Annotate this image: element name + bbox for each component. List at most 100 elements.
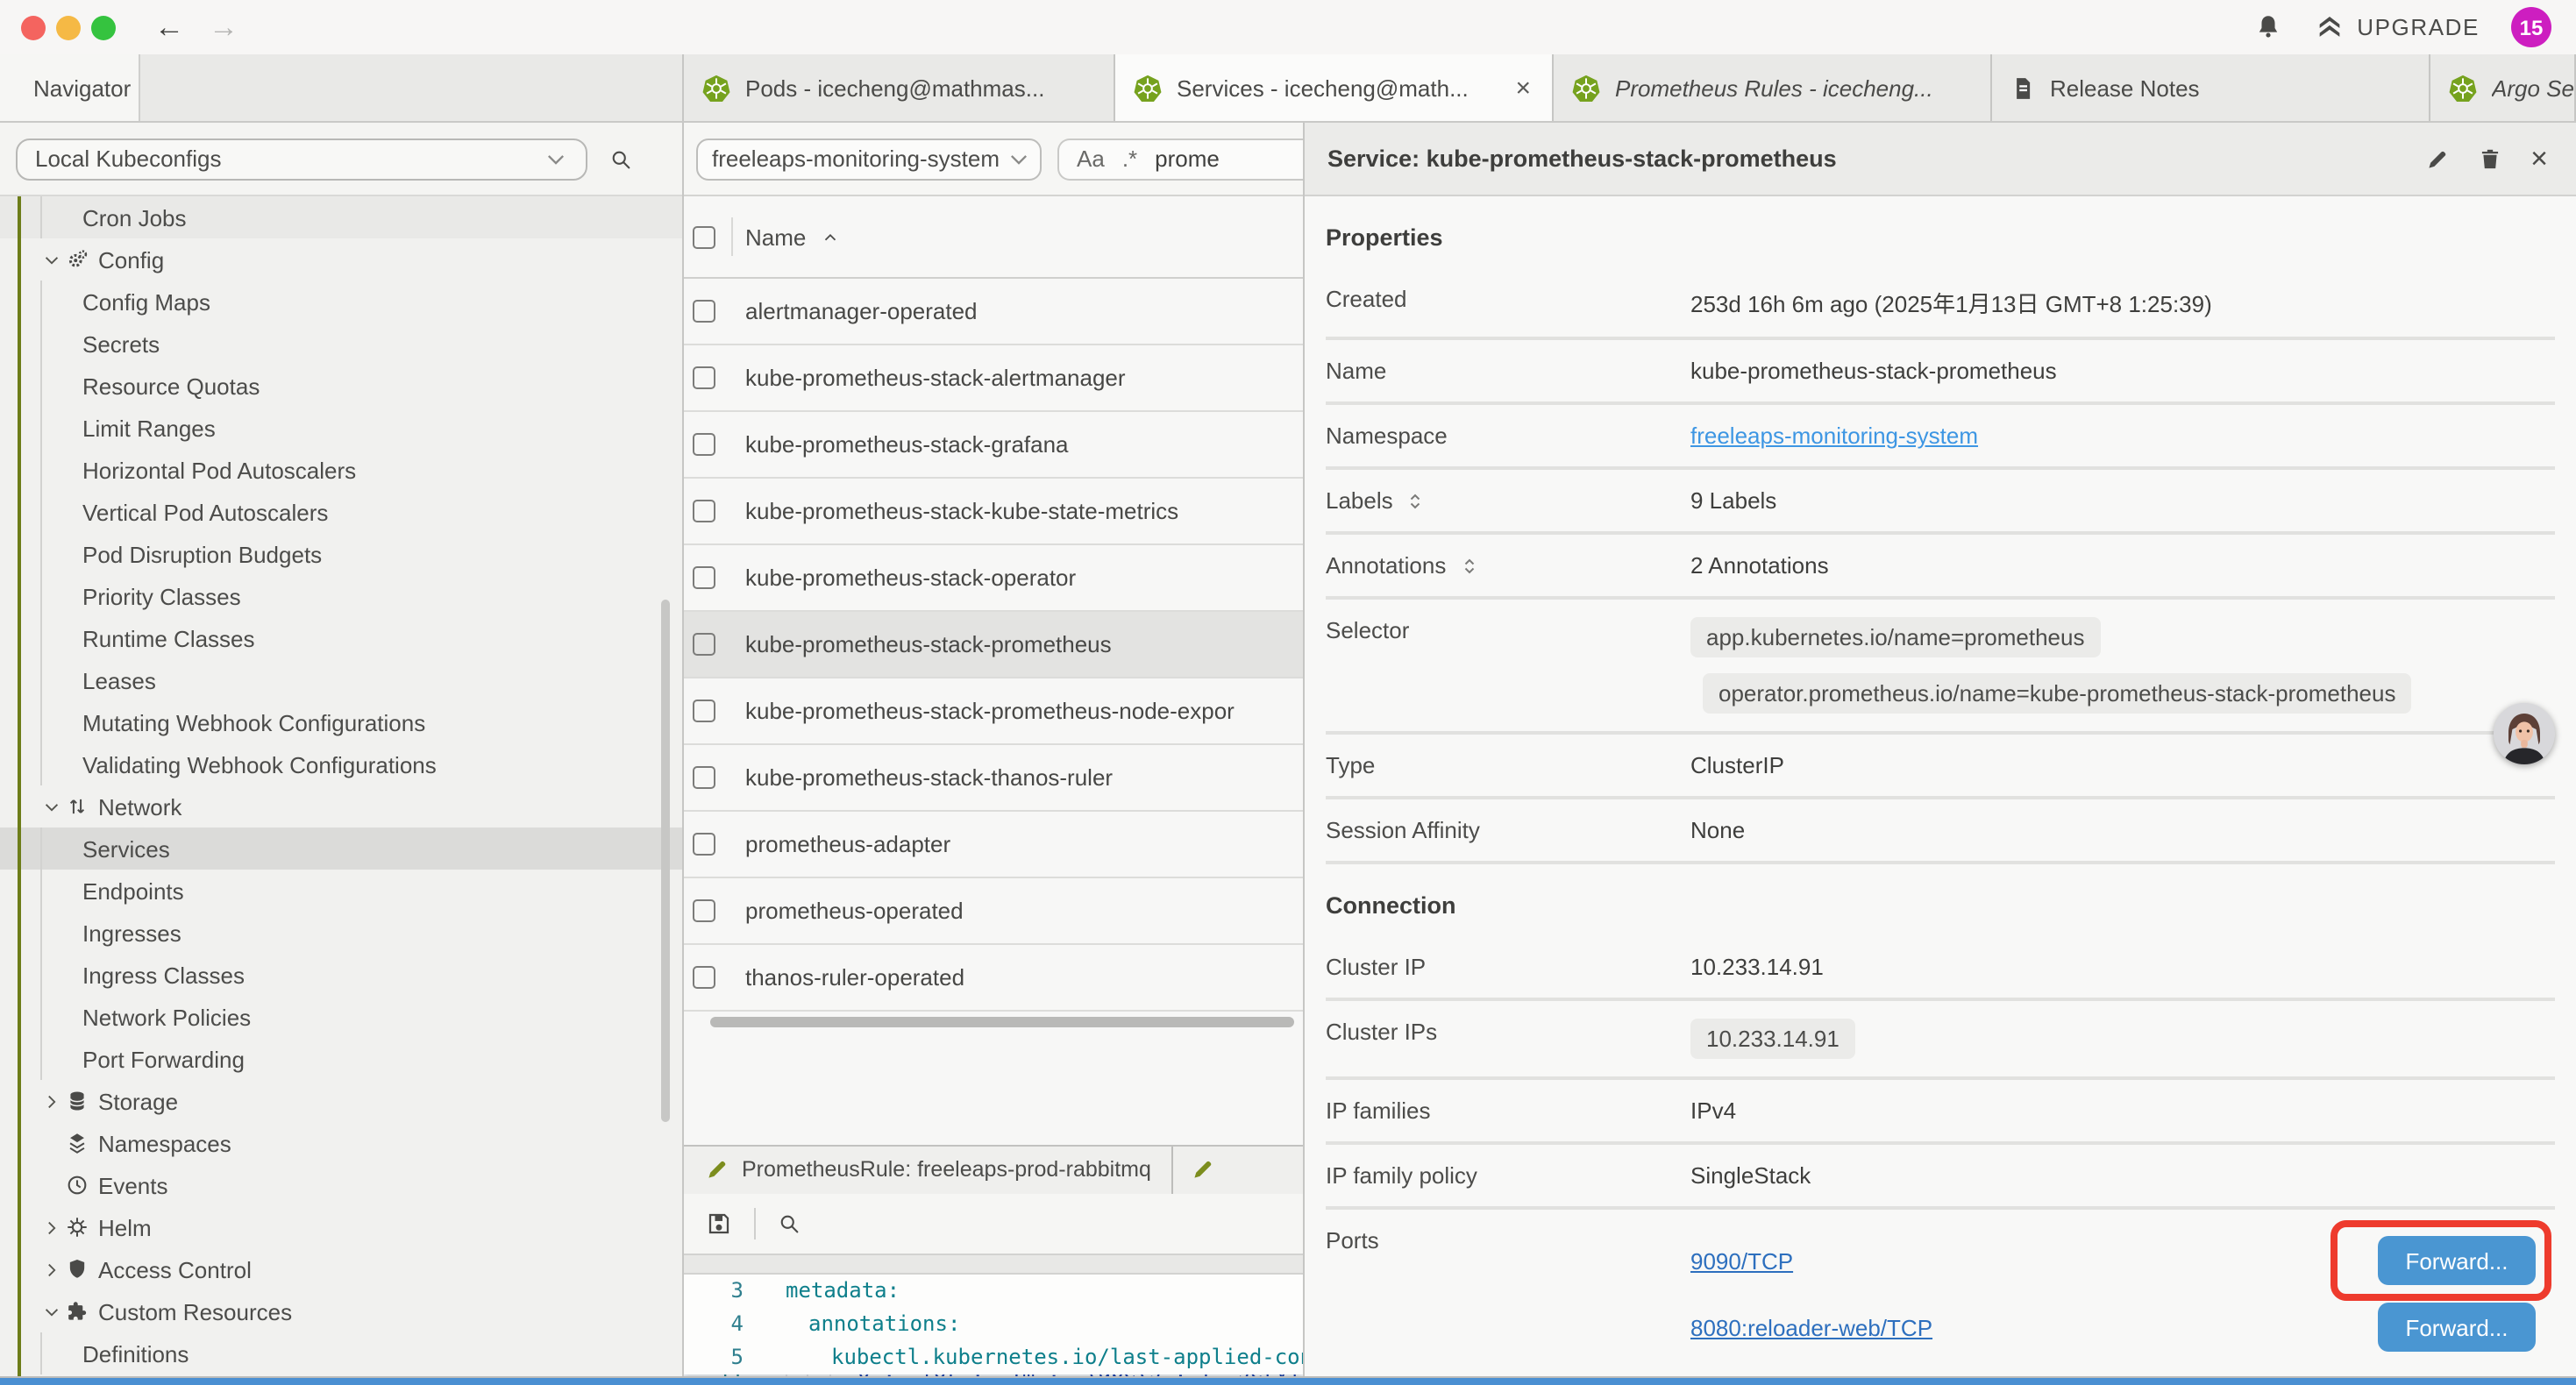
sidebar-item-access-control[interactable]: Access Control <box>0 1248 682 1290</box>
sidebar-item-pod-disruption-budgets[interactable]: Pod Disruption Budgets <box>0 533 682 575</box>
sidebar-item-secrets[interactable]: Secrets <box>0 323 682 365</box>
sidebar-item-definitions[interactable]: Definitions <box>0 1332 682 1374</box>
sidebar-item-services[interactable]: Services <box>0 827 682 870</box>
sidebar-item-custom-resources[interactable]: Custom Resources <box>0 1290 682 1332</box>
list-search-input[interactable]: Aa .* prome <box>1057 138 1303 180</box>
bell-icon[interactable] <box>2253 12 2283 42</box>
navigator-panel-tab[interactable]: Navigator <box>0 54 140 121</box>
forward-button[interactable]: Forward... <box>2378 1303 2536 1352</box>
table-row[interactable]: kube-prometheus-stack-alertmanager <box>684 345 1303 412</box>
row-checkbox[interactable] <box>693 899 715 922</box>
sidebar-item-limit-ranges[interactable]: Limit Ranges <box>0 407 682 449</box>
tab-argo-se[interactable]: Argo Se <box>2430 54 2576 121</box>
sidebar-item-runtime-classes[interactable]: Runtime Classes <box>0 617 682 659</box>
user-avatar[interactable] <box>2494 703 2555 764</box>
back-arrow-icon[interactable]: ← <box>154 10 184 45</box>
sidebar-item-namespaces[interactable]: Namespaces <box>0 1122 682 1164</box>
row-checkbox[interactable] <box>693 833 715 856</box>
editor-band <box>684 1253 1303 1274</box>
sidebar-item-validating-webhook-configurations[interactable]: Validating Webhook Configurations <box>0 743 682 785</box>
regex-toggle[interactable]: .* <box>1122 146 1137 172</box>
row-checkbox[interactable] <box>693 966 715 989</box>
sidebar-item-storage[interactable]: Storage <box>0 1080 682 1122</box>
sort-updown-icon[interactable] <box>1458 555 1479 576</box>
row-checkbox[interactable] <box>693 766 715 789</box>
table-row[interactable]: kube-prometheus-stack-kube-state-metrics <box>684 479 1303 545</box>
table-row[interactable]: kube-prometheus-stack-grafana <box>684 412 1303 479</box>
chevron-down-icon[interactable] <box>39 1302 63 1321</box>
editor-tab-clipped[interactable] <box>1174 1146 1303 1193</box>
sidebar-item-cron-jobs[interactable]: Cron Jobs <box>0 196 682 238</box>
row-checkbox[interactable] <box>693 500 715 522</box>
sidebar-item-config-maps[interactable]: Config Maps <box>0 281 682 323</box>
row-checkbox[interactable] <box>693 566 715 589</box>
table-row[interactable]: kube-prometheus-stack-operator <box>684 545 1303 612</box>
sidebar-item-network-policies[interactable]: Network Policies <box>0 996 682 1038</box>
minimize-window-button[interactable] <box>56 15 81 39</box>
sidebar-scrollbar[interactable] <box>661 600 670 1122</box>
sort-updown-icon[interactable] <box>1405 490 1427 511</box>
chevron-right-icon[interactable] <box>39 1260 63 1279</box>
edit-pencil-icon[interactable] <box>2425 146 2450 171</box>
chevron-down-icon[interactable] <box>39 250 63 269</box>
table-row[interactable]: thanos-ruler-operated <box>684 945 1303 1012</box>
sidebar-item-helm[interactable]: Helm <box>0 1206 682 1248</box>
sidebar-item-leases[interactable]: Leases <box>0 659 682 701</box>
save-icon[interactable] <box>705 1209 733 1237</box>
table-row[interactable]: kube-prometheus-stack-thanos-ruler <box>684 745 1303 812</box>
port-link[interactable]: 9090/TCP <box>1690 1247 1793 1274</box>
sidebar-item-mutating-webhook-configurations[interactable]: Mutating Webhook Configurations <box>0 701 682 743</box>
row-checkbox[interactable] <box>693 633 715 656</box>
row-checkbox[interactable] <box>693 433 715 456</box>
sidebar-item-config[interactable]: Config <box>0 238 682 281</box>
namespace-link[interactable]: freeleaps-monitoring-system <box>1690 423 1978 449</box>
sidebar-item-network[interactable]: Network <box>0 785 682 827</box>
sidebar-item-ingress-classes[interactable]: Ingress Classes <box>0 954 682 996</box>
table-row[interactable]: prometheus-operated <box>684 878 1303 945</box>
sidebar-item-ingresses[interactable]: Ingresses <box>0 912 682 954</box>
tab-close-icon[interactable]: × <box>1512 73 1534 103</box>
yaml-editor[interactable]: 3metadata:4annotations:5kubectl.kubernet… <box>684 1274 1303 1385</box>
table-row[interactable]: prometheus-adapter <box>684 812 1303 878</box>
upgrade-button[interactable]: UPGRADE <box>2315 12 2480 42</box>
chevron-down-icon[interactable] <box>39 797 63 816</box>
sidebar-item-priority-classes[interactable]: Priority Classes <box>0 575 682 617</box>
trash-icon[interactable] <box>2478 146 2502 171</box>
editor-search-icon[interactable] <box>777 1211 801 1235</box>
notification-count-badge[interactable]: 15 <box>2511 7 2551 47</box>
detail-value: 9090/TCP Forward... 8080:reloader-web/TCP F… <box>1690 1227 2555 1360</box>
sidebar-item-label: Port Forwarding <box>82 1046 245 1072</box>
row-checkbox[interactable] <box>693 300 715 323</box>
sidebar-item-horizontal-pod-autoscalers[interactable]: Horizontal Pod Autoscalers <box>0 449 682 491</box>
kubeconfig-selector[interactable]: Local Kubeconfigs <box>16 138 587 180</box>
maximize-window-button[interactable] <box>91 15 116 39</box>
close-window-button[interactable] <box>21 15 46 39</box>
sidebar-item-endpoints[interactable]: Endpoints <box>0 870 682 912</box>
select-all-checkbox[interactable] <box>693 225 715 248</box>
forward-button[interactable]: Forward... <box>2378 1236 2536 1285</box>
editor-tab-prometheusrule[interactable]: PrometheusRule: freeleaps-prod-rabbitmq <box>684 1146 1174 1193</box>
close-icon[interactable]: × <box>2530 141 2548 176</box>
chevron-right-icon[interactable] <box>39 1091 63 1111</box>
name-column-header[interactable]: Name <box>745 224 839 250</box>
match-case-toggle[interactable]: Aa <box>1077 146 1105 172</box>
tab-prometheus-rules-icecheng[interactable]: Prometheus Rules - icecheng... <box>1554 54 1992 121</box>
table-row[interactable]: kube-prometheus-stack-prometheus <box>684 612 1303 678</box>
sidebar-item-vertical-pod-autoscalers[interactable]: Vertical Pod Autoscalers <box>0 491 682 533</box>
sidebar-item-events[interactable]: Events <box>0 1164 682 1206</box>
sidebar-search-icon[interactable] <box>608 146 633 171</box>
namespace-filter-select[interactable]: freeleaps-monitoring-system <box>696 138 1042 180</box>
horizontal-scrollbar[interactable] <box>684 1015 1303 1033</box>
port-link[interactable]: 8080:reloader-web/TCP <box>1690 1314 1932 1340</box>
table-row[interactable]: kube-prometheus-stack-prometheus-node-ex… <box>684 678 1303 745</box>
row-checkbox[interactable] <box>693 700 715 722</box>
table-row[interactable]: alertmanager-operated <box>684 279 1303 345</box>
tab-pods-icecheng-mathmas[interactable]: Pods - icecheng@mathmas... <box>684 54 1115 121</box>
tab-release-notes[interactable]: Release Notes <box>1992 54 2430 121</box>
chevron-right-icon[interactable] <box>39 1218 63 1237</box>
sidebar-item-port-forwarding[interactable]: Port Forwarding <box>0 1038 682 1080</box>
row-checkbox[interactable] <box>693 366 715 389</box>
forward-arrow-icon[interactable]: → <box>209 10 238 45</box>
tab-services-icecheng-math[interactable]: Services - icecheng@math...× <box>1115 54 1554 121</box>
sidebar-item-resource-quotas[interactable]: Resource Quotas <box>0 365 682 407</box>
